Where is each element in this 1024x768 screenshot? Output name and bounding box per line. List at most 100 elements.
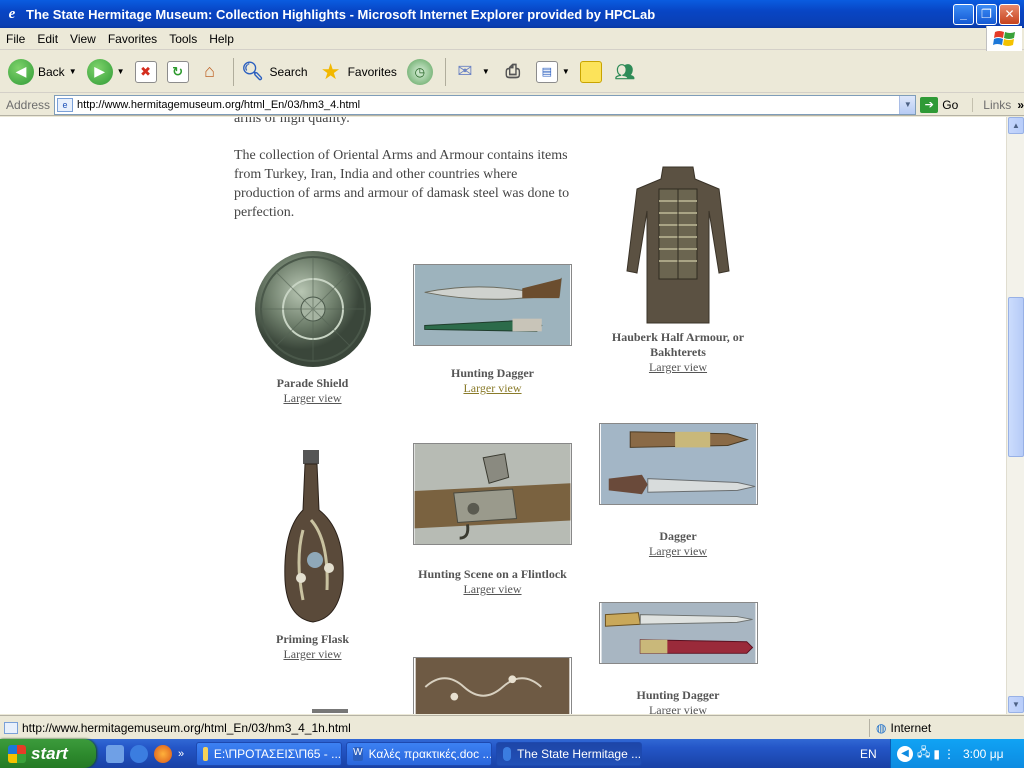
traffic-light-icon[interactable]: ⋮ [943, 747, 955, 761]
task-label: The State Hermitage ... [517, 746, 642, 761]
firefox-icon[interactable] [154, 744, 172, 763]
volume-icon[interactable]: ▮ [933, 747, 940, 761]
larger-view-link[interactable]: Larger view [598, 703, 758, 714]
restore-button[interactable]: ❐ [976, 3, 997, 25]
scroll-up-icon[interactable]: ▲ [1008, 117, 1024, 134]
clock[interactable]: 3:00 μμ [963, 747, 1004, 761]
links-chevron-icon[interactable]: » [1017, 98, 1024, 112]
go-arrow-icon: ➔ [920, 96, 939, 113]
mail-button[interactable]: ✉ ▼ [450, 54, 492, 90]
menu-view[interactable]: View [64, 32, 102, 46]
flintlock-image[interactable] [413, 443, 572, 545]
favorites-label: Favorites [347, 64, 397, 79]
task-word[interactable]: W Καλές πρακτικές.doc ... [346, 741, 493, 766]
dagger-image[interactable] [598, 423, 758, 505]
history-icon: ◷ [406, 58, 433, 85]
address-url[interactable]: http://www.hermitagemuseum.org/html_En/0… [77, 99, 899, 111]
larger-view-link[interactable]: Larger view [598, 544, 758, 559]
mail-dropdown-icon[interactable]: ▼ [482, 67, 490, 76]
hauberk-image[interactable] [623, 161, 733, 326]
discuss-button[interactable] [578, 54, 604, 90]
forward-button[interactable]: ▶ ▼ [85, 54, 127, 90]
language-label: EN [860, 746, 877, 761]
parade-shield-image[interactable] [253, 249, 373, 369]
task-label: E:\ΠΡΟΤΑΣΕΙΣ\Π65 - ... [213, 746, 342, 761]
language-indicator[interactable]: EN [860, 739, 877, 768]
quicklaunch-chevron-icon[interactable]: » [178, 748, 184, 760]
window-titlebar[interactable]: e The State Hermitage Museum: Collection… [0, 0, 1024, 28]
stop-icon: ✖ [134, 60, 157, 83]
partial-artifact-image[interactable] [413, 657, 572, 714]
larger-view-link[interactable]: Larger view [413, 582, 572, 597]
larger-view-link[interactable]: Larger view [250, 391, 375, 406]
system-tray: ◀ 🖧︎ ▮ ⋮ 3:00 μμ [890, 739, 1024, 768]
edit-button[interactable]: ▤ ▼ [534, 54, 572, 90]
ie-quicklaunch-icon[interactable] [130, 744, 148, 763]
item-hauberk: Hauberk Half Armour, or Bakhterets Large… [598, 161, 758, 375]
ie-icon [503, 746, 512, 761]
zone-label: Internet [890, 720, 932, 735]
hunting-dagger-2-image[interactable] [598, 602, 758, 664]
partial-artifact-edge [312, 709, 348, 713]
larger-view-link[interactable]: Larger view [413, 381, 572, 396]
vertical-scrollbar[interactable]: ▲ ▼ [1006, 117, 1024, 714]
menu-favorites[interactable]: Favorites [102, 32, 163, 46]
edit-dropdown-icon[interactable]: ▼ [562, 67, 570, 76]
edit-icon: ▤ [535, 60, 558, 83]
mail-icon: ✉ [457, 61, 473, 81]
priming-flask-image[interactable] [273, 450, 353, 624]
item-caption: Hunting Dagger [450, 366, 534, 380]
forward-arrow-icon: ▶ [86, 58, 113, 85]
refresh-button[interactable]: ↻ [165, 54, 191, 90]
address-dropdown-icon[interactable]: ▼ [899, 95, 916, 114]
windows-flag-icon [8, 744, 26, 763]
address-input[interactable]: e http://www.hermitagemuseum.org/html_En… [54, 94, 917, 115]
status-url: http://www.hermitagemuseum.org/html_En/0… [22, 720, 351, 735]
window-title: The State Hermitage Museum: Collection H… [26, 6, 656, 22]
print-button[interactable]: ⎙ [498, 54, 528, 90]
task-folder[interactable]: E:\ΠΡΟΤΑΣΕΙΣ\Π65 - ... [196, 741, 343, 766]
network-icon[interactable]: 🖧︎ [917, 743, 930, 764]
home-button[interactable]: ⌂ [197, 54, 223, 90]
taskbar: start » E:\ΠΡΟΤΑΣΕΙΣ\Π65 - ... W Καλές π… [0, 739, 1024, 768]
task-ie[interactable]: The State Hermitage ... [496, 741, 643, 766]
favorites-button[interactable]: ★ Favorites [316, 54, 399, 90]
status-bar: http://www.hermitagemuseum.org/html_En/0… [0, 715, 1024, 739]
task-label: Καλές πρακτικές.doc ... [368, 746, 493, 761]
history-button[interactable]: ◷ [405, 54, 435, 90]
item-caption: Hunting Dagger [636, 688, 720, 702]
page-icon [4, 721, 18, 734]
back-dropdown-icon[interactable]: ▼ [69, 67, 77, 76]
scroll-down-icon[interactable]: ▼ [1008, 696, 1024, 713]
menu-tools[interactable]: Tools [163, 32, 203, 46]
go-button[interactable]: ➔ Go [920, 96, 958, 113]
windows-logo-icon [986, 26, 1022, 52]
close-button[interactable]: ✕ [999, 3, 1020, 25]
hunting-dagger-image[interactable] [413, 264, 572, 346]
start-button[interactable]: start [0, 739, 96, 768]
links-label[interactable]: Links [972, 97, 1011, 112]
menu-edit[interactable]: Edit [31, 32, 64, 46]
show-desktop-icon[interactable] [106, 744, 124, 763]
standard-toolbar: ◀ Back ▼ ▶ ▼ ✖ ↻ ⌂ 🔍︎ Search ★ Favorites… [0, 51, 1024, 93]
text-paragraph: The collection of Oriental Arms and Armo… [234, 148, 570, 220]
menu-file[interactable]: File [0, 32, 31, 46]
search-icon: 🔍︎ [241, 61, 264, 81]
scroll-thumb[interactable] [1008, 297, 1024, 457]
search-button[interactable]: 🔍︎ Search [238, 54, 310, 90]
back-button[interactable]: ◀ Back ▼ [6, 54, 79, 90]
stop-button[interactable]: ✖ [133, 54, 159, 90]
tray-expand-icon[interactable]: ◀ [897, 745, 913, 762]
messenger-button[interactable]: 👥︎ [610, 54, 640, 90]
quick-launch: » [106, 744, 184, 763]
larger-view-link[interactable]: Larger view [250, 647, 375, 662]
word-icon: W [353, 746, 363, 761]
minimize-button[interactable]: _ [953, 3, 974, 25]
item-priming-flask: Priming Flask Larger view [250, 450, 375, 662]
larger-view-link[interactable]: Larger view [598, 360, 758, 375]
menu-help[interactable]: Help [203, 32, 240, 46]
item-caption: Hauberk Half Armour, or Bakhterets [611, 330, 745, 359]
item-hunting-dagger-2: Hunting Dagger Larger view [598, 602, 758, 714]
forward-dropdown-icon[interactable]: ▼ [117, 67, 125, 76]
intro-text: arms of high quality. The collection of … [234, 117, 574, 240]
